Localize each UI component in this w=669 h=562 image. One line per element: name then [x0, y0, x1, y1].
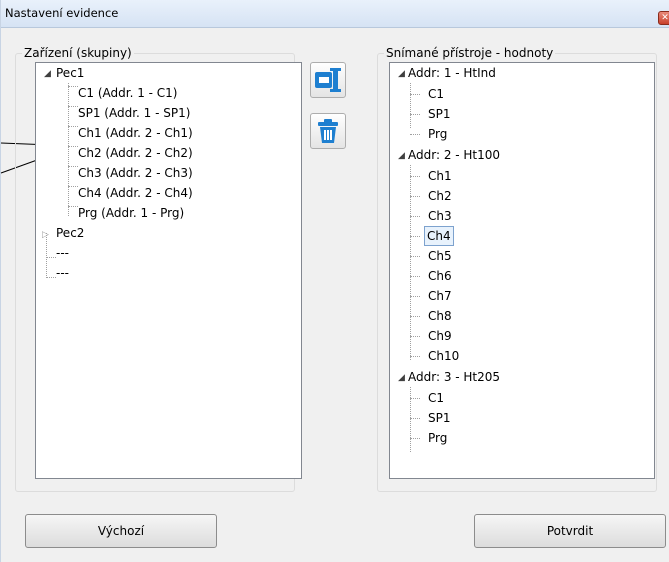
default-button[interactable]: Výchozí — [25, 514, 217, 548]
tree-node-addr3[interactable]: Addr: 3 - Ht205 — [406, 367, 502, 387]
tree-node-child[interactable]: Ch2 (Addr. 2 - Ch2) — [76, 143, 195, 163]
tree-node-value[interactable]: SP1 — [426, 408, 453, 428]
tree-node-addr2[interactable]: Addr: 2 - Ht100 — [406, 145, 502, 165]
tree-node-value[interactable]: Ch9 — [426, 326, 454, 346]
confirm-button[interactable]: Potvrdit — [474, 514, 666, 548]
tree-node-value[interactable]: C1 — [426, 84, 446, 104]
window-title: Nastavení evidence — [5, 6, 119, 20]
assign-to-group-icon — [315, 68, 341, 92]
devices-values-tree[interactable]: ◢ Addr: 1 - HtInd C1 SP1 Prg ◢ Addr: 2 -… — [389, 62, 655, 479]
title-bar[interactable]: Nastavení evidence ✕ — [1, 0, 669, 28]
tree-node-pec2[interactable]: Pec2 — [54, 223, 86, 243]
tree-node-value[interactable]: Ch5 — [426, 246, 454, 266]
collapsed-arrow-icon[interactable]: ▷ — [42, 230, 49, 240]
tree-node-value[interactable]: Prg — [426, 428, 449, 448]
tree-node-child[interactable]: SP1 (Addr. 1 - SP1) — [76, 103, 192, 123]
tree-node-pec1[interactable]: Pec1 — [54, 63, 86, 83]
expanded-arrow-icon[interactable]: ◢ — [398, 69, 405, 79]
tree-node-value-selected[interactable]: Ch4 — [424, 226, 454, 246]
tree-node-child[interactable]: Ch1 (Addr. 2 - Ch1) — [76, 123, 195, 143]
tree-node-value[interactable]: Prg — [426, 124, 449, 144]
tree-node-value[interactable]: SP1 — [426, 104, 453, 124]
tree-node-placeholder[interactable]: --- — [54, 263, 71, 283]
delete-button[interactable] — [310, 113, 346, 149]
tree-node-value[interactable]: Ch10 — [426, 346, 461, 366]
tree-node-value[interactable]: Ch3 — [426, 206, 454, 226]
expanded-arrow-icon[interactable]: ◢ — [398, 373, 405, 383]
assign-button[interactable] — [310, 62, 346, 98]
tree-node-child[interactable]: Prg (Addr. 1 - Prg) — [76, 203, 186, 223]
settings-window: Nastavení evidence ✕ Zařízení (skupiny) … — [0, 0, 669, 562]
expanded-arrow-icon[interactable]: ◢ — [44, 69, 51, 79]
tree-node-value[interactable]: Ch6 — [426, 266, 454, 286]
tree-node-value[interactable]: Ch1 — [426, 166, 454, 186]
tree-node-child[interactable]: C1 (Addr. 1 - C1) — [76, 83, 180, 103]
trash-icon — [318, 119, 338, 143]
tree-node-value[interactable]: Ch8 — [426, 306, 454, 326]
tree-node-placeholder[interactable]: --- — [54, 243, 71, 263]
devices-tree[interactable]: ◢ Pec1 C1 (Addr. 1 - C1) SP1 (Addr. 1 - … — [35, 62, 302, 479]
devices-group-label: Zařízení (skupiny) — [22, 46, 134, 60]
close-icon[interactable]: ✕ — [658, 11, 669, 25]
devices-values-group-label: Snímané přístroje - hodnoty — [384, 46, 556, 60]
tree-node-addr1[interactable]: Addr: 1 - HtInd — [406, 63, 498, 83]
tree-node-child[interactable]: Ch4 (Addr. 2 - Ch4) — [76, 183, 195, 203]
tree-node-value[interactable]: Ch2 — [426, 186, 454, 206]
tree-node-child[interactable]: Ch3 (Addr. 2 - Ch3) — [76, 163, 195, 183]
expanded-arrow-icon[interactable]: ◢ — [398, 151, 405, 161]
tree-node-value[interactable]: C1 — [426, 388, 446, 408]
tree-node-value[interactable]: Ch7 — [426, 286, 454, 306]
